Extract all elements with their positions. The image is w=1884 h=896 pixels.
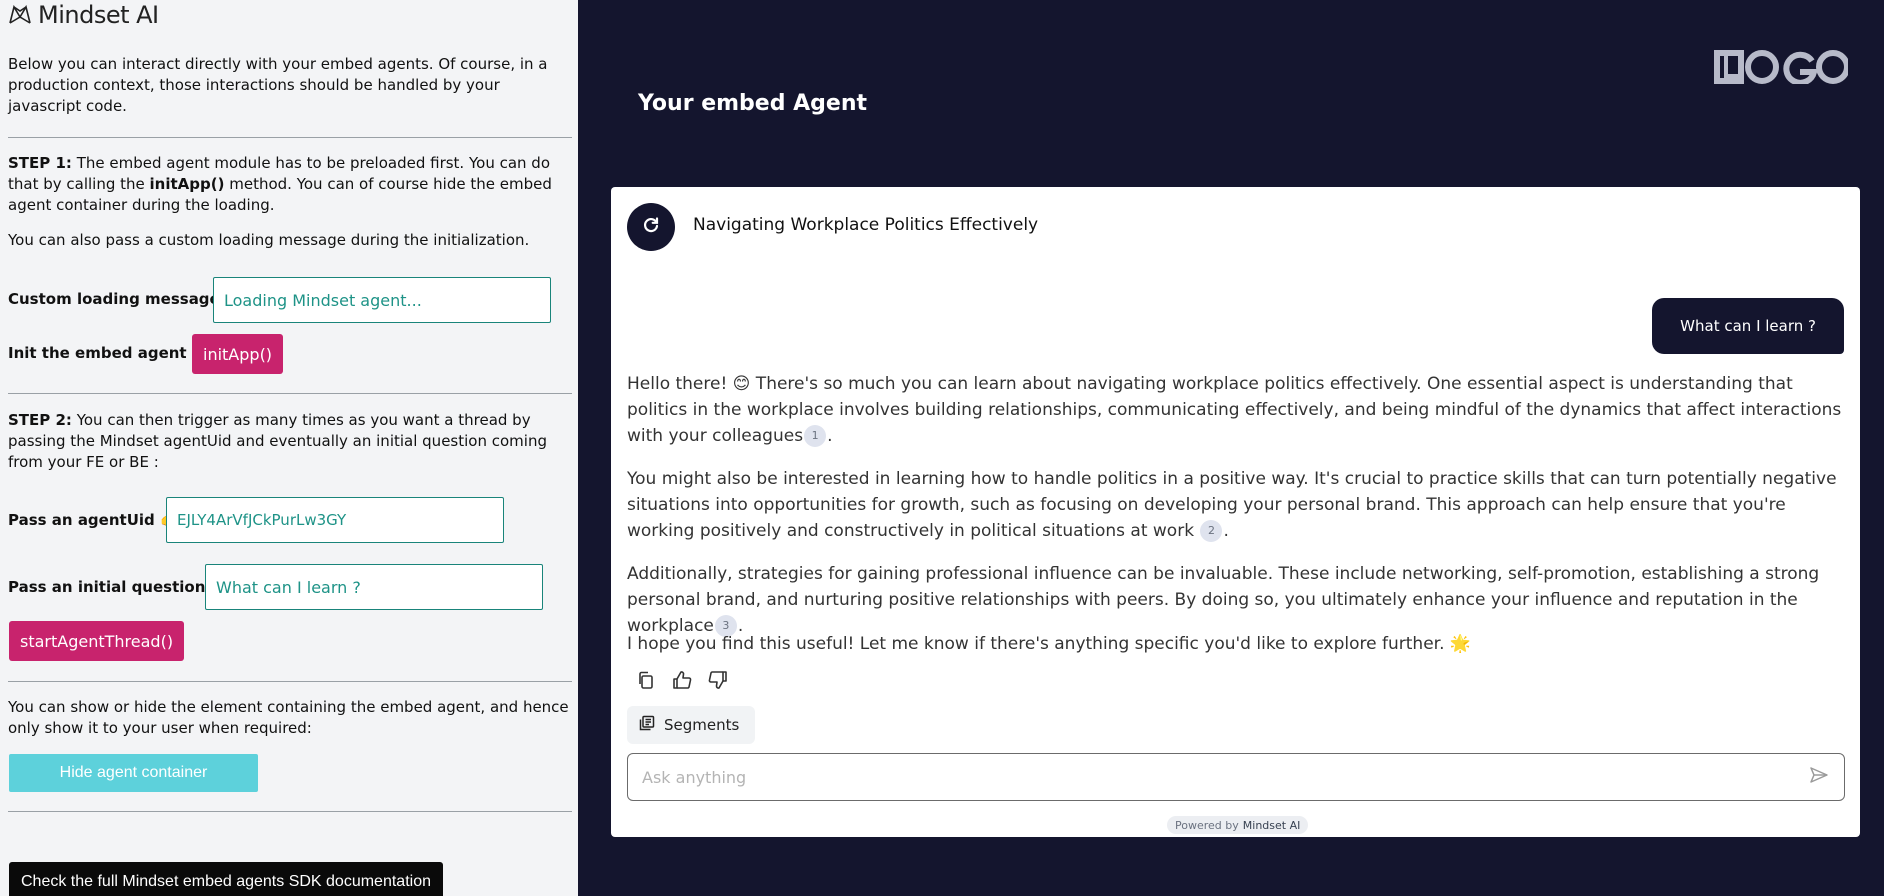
assistant-paragraph: I hope you find this useful! Let me know… bbox=[627, 634, 1472, 654]
thumbs-up-icon[interactable] bbox=[671, 669, 693, 691]
agent-chat-card: Navigating Workplace Politics Effectivel… bbox=[611, 187, 1860, 837]
loading-message-input[interactable] bbox=[213, 277, 551, 323]
segments-label: Segments bbox=[664, 716, 740, 734]
step2-label: STEP 2: bbox=[8, 411, 72, 429]
step2-text: STEP 2: You can then trigger as many tim… bbox=[8, 410, 570, 473]
reload-button[interactable] bbox=[627, 203, 675, 251]
assistant-paragraph: Hello there! 😊 There's so much you can l… bbox=[627, 371, 1845, 449]
loading-message-label: Custom loading message: bbox=[8, 290, 226, 308]
initial-question-input[interactable] bbox=[205, 564, 543, 610]
copy-icon[interactable] bbox=[635, 669, 657, 691]
citation-badge[interactable]: 1 bbox=[804, 425, 827, 447]
segments-button[interactable]: Segments bbox=[627, 706, 756, 744]
visibility-text: You can show or hide the element contain… bbox=[8, 698, 569, 737]
brand-name: Mindset AI bbox=[38, 1, 159, 29]
divider bbox=[8, 811, 572, 812]
divider bbox=[8, 137, 572, 138]
start-agent-thread-button[interactable]: startAgentThread() bbox=[9, 621, 185, 661]
ask-bar bbox=[627, 753, 1845, 801]
init-label: Init the embed agent 👉 bbox=[8, 344, 211, 362]
step1-text: STEP 1: The embed agent module has to be… bbox=[8, 153, 570, 216]
send-icon[interactable] bbox=[1808, 764, 1830, 790]
message-actions bbox=[635, 669, 729, 691]
ask-input[interactable] bbox=[642, 767, 1808, 787]
reload-icon bbox=[641, 215, 661, 239]
initial-question-label: Pass an initial question 👉 bbox=[8, 578, 230, 596]
period: . bbox=[1223, 521, 1229, 541]
sdk-documentation-button[interactable]: Check the full Mindset embed agents SDK … bbox=[9, 862, 443, 896]
powered-brand: Mindset AI bbox=[1242, 818, 1301, 832]
assistant-paragraph: You might also be interested in learning… bbox=[627, 466, 1845, 544]
step2-text-body: You can then trigger as many times as yo… bbox=[8, 411, 547, 471]
step1-label: STEP 1: bbox=[8, 154, 72, 172]
divider bbox=[8, 393, 572, 394]
powered-prefix: Powered by bbox=[1175, 818, 1239, 832]
thread-title: Navigating Workplace Politics Effectivel… bbox=[693, 215, 1039, 235]
agent-uid-label: Pass an agentUid 👉 bbox=[8, 511, 179, 529]
hide-agent-container-button[interactable]: Hide agent container bbox=[9, 754, 258, 792]
assistant-paragraph-text: Additionally, strategies for gaining pro… bbox=[627, 564, 1820, 636]
embed-agent-title: Your embed Agent bbox=[638, 91, 867, 116]
logo bbox=[1714, 50, 1850, 88]
init-app-button[interactable]: initApp() bbox=[192, 334, 284, 374]
intro-text: Below you can interact directly with you… bbox=[8, 55, 548, 115]
agent-uid-input[interactable] bbox=[166, 497, 504, 543]
brand: Mindset AI bbox=[8, 0, 159, 30]
divider bbox=[8, 681, 572, 682]
step1-note: You can also pass a custom loading messa… bbox=[8, 231, 530, 249]
left-panel: Mindset AI Below you can interact direct… bbox=[0, 0, 578, 896]
step1-method: initApp() bbox=[149, 175, 225, 193]
assistant-paragraph: Additionally, strategies for gaining pro… bbox=[627, 561, 1845, 639]
citation-badge[interactable]: 2 bbox=[1200, 520, 1223, 542]
period: . bbox=[827, 426, 833, 446]
powered-by-badge: Powered by Mindset AI bbox=[1167, 816, 1309, 834]
logo-icon bbox=[1714, 50, 1850, 88]
right-panel: Your embed Agent Navigating Workplace Po… bbox=[578, 0, 1884, 896]
mindset-logo-icon bbox=[8, 3, 32, 27]
user-message-bubble: What can I learn ? bbox=[1652, 298, 1844, 354]
segments-icon bbox=[639, 715, 655, 735]
thumbs-down-icon[interactable] bbox=[707, 669, 729, 691]
assistant-paragraph-text: You might also be interested in learning… bbox=[627, 469, 1837, 541]
